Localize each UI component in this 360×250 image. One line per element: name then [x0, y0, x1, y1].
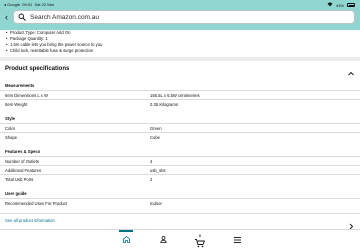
spec-label: Recommended Uses For Product [5, 201, 68, 206]
spec-value: Green [150, 126, 162, 131]
cart-icon: 0 [194, 234, 206, 248]
hamburger-menu-icon [233, 231, 242, 249]
spec-row: Total Usb Ports 2 [0, 174, 360, 183]
spec-label: Number of Outlets [5, 159, 39, 164]
spec-label: Item Weight [5, 102, 28, 107]
spec-label: Total Usb Ports [5, 177, 34, 182]
account-icon [159, 231, 168, 249]
status-time: 09:01 [22, 2, 33, 7]
spec-row: Number of Outlets 4 [0, 156, 360, 165]
specifications-title: Product specifications [5, 66, 70, 72]
top-header: ◂ Google 09:01 Sat 22 Mar 43% ‹ Search A… [0, 0, 360, 30]
search-icon [18, 13, 26, 21]
spec-label: Color [5, 126, 16, 131]
group-title-user-guide: User guide [5, 191, 27, 196]
carrier-label: ◂ Google [4, 2, 21, 7]
spec-row: Item Dimensions L x W 156.5L x 6.5W cent… [0, 90, 360, 99]
battery-percent: 43% [335, 2, 344, 8]
wifi-icon [327, 2, 333, 8]
group-title-features: Features & Specs [5, 149, 41, 154]
search-bar[interactable]: Search Amazon.com.au [13, 10, 355, 24]
bottom-nav-bar: 0 [0, 229, 360, 250]
spec-row: Shape Cube [0, 132, 360, 141]
spec-value: 0.35 Kilograms [150, 102, 178, 107]
spec-label: Item Dimensions L x W [5, 93, 48, 98]
spec-value: usb_slot [150, 168, 166, 173]
spec-value: Indoor [150, 201, 162, 206]
bullet-item: Child lock, resettable fuse & surge prot… [6, 48, 356, 54]
section-divider [0, 57, 360, 61]
status-bar: ◂ Google 09:01 Sat 22 Mar 43% [0, 0, 360, 9]
product-bullet-list: Product Type: Computer Add On Package Qu… [6, 30, 356, 54]
chevron-up-icon[interactable] [347, 65, 355, 76]
spec-value: 156.5L x 6.5W centimetres [150, 93, 200, 98]
back-chevron-icon[interactable]: ‹ [5, 11, 8, 23]
group-title-style: Style [5, 116, 16, 121]
chevron-right-icon[interactable] [348, 217, 354, 230]
home-icon [122, 231, 131, 249]
battery-icon [347, 3, 355, 7]
nav-menu[interactable] [230, 234, 244, 246]
see-all-product-info-link[interactable]: See all product information [5, 218, 55, 223]
spec-row: Additional Features usb_slot [0, 165, 360, 174]
spec-row: Color Green [0, 123, 360, 132]
nav-cart[interactable]: 0 [193, 234, 207, 248]
cart-count-badge: 0 [199, 234, 201, 238]
spec-label: Additional Features [5, 168, 42, 173]
search-placeholder[interactable]: Search Amazon.com.au [30, 14, 99, 21]
see-all-product-info-row[interactable]: See all product information [0, 213, 360, 230]
spec-label: Shape [5, 135, 18, 140]
spec-value: 4 [150, 159, 153, 164]
nav-home[interactable] [119, 234, 133, 246]
spec-row: Recommended Uses For Product Indoor [0, 198, 360, 213]
spec-value: Cube [150, 135, 161, 140]
spec-row: Item Weight 0.35 Kilograms [0, 99, 360, 108]
spec-value: 2 [150, 177, 153, 182]
nav-account[interactable] [156, 234, 170, 246]
status-date: Sat 22 Mar [34, 2, 55, 7]
group-title-measurements: Measurements [5, 83, 35, 88]
